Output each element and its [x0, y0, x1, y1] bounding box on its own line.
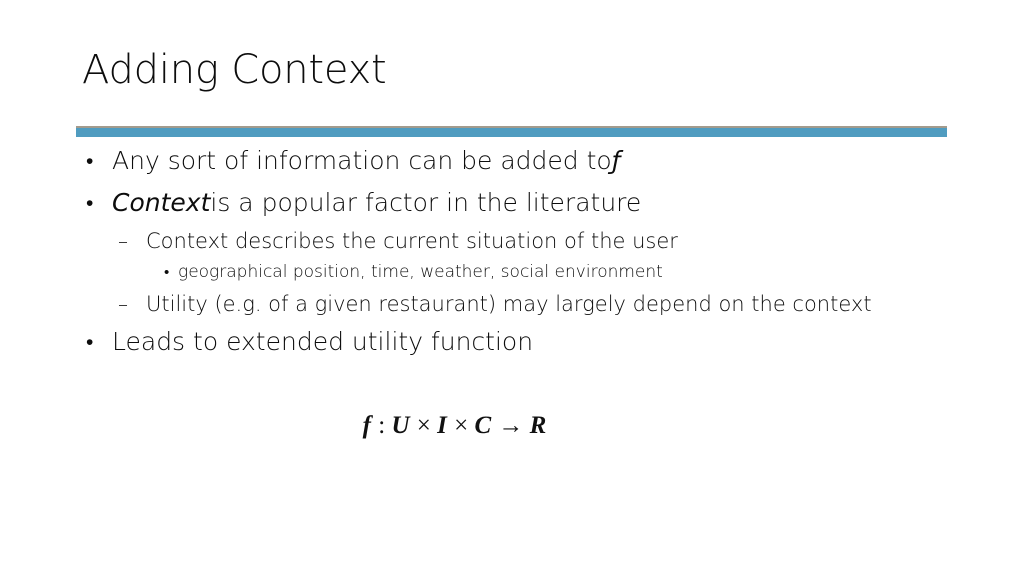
bullet-list: • Any sort of information can be added t… — [82, 140, 962, 363]
list-item-label: is a popular factor in the literature — [210, 188, 642, 217]
list-item: • Leads to extended utility function — [82, 321, 962, 363]
list-item-label: Any sort of information can be added to — [112, 146, 612, 175]
bullet-marker-icon: • — [86, 191, 94, 215]
formula-term-i: I — [437, 412, 448, 439]
formula-term-c: C — [474, 412, 493, 439]
list-item: • geographical position, time, weather, … — [82, 258, 962, 287]
list-item-label: Context describes the current situation … — [146, 229, 678, 253]
list-item: • Any sort of information can be added t… — [82, 140, 962, 182]
formula-times-operator: × — [410, 412, 438, 439]
list-item-label: geographical position, time, weather, so… — [178, 262, 663, 282]
slide-canvas: Adding Context • Any sort of information… — [0, 0, 1024, 576]
formula-times-operator: × — [447, 412, 475, 439]
bullet-marker-icon: • — [164, 263, 170, 281]
page-title: Adding Context — [82, 47, 387, 93]
list-item-label: Utility (e.g. of a given restaurant) may… — [146, 292, 872, 316]
list-item-emphasis: Context — [112, 188, 211, 217]
list-item-emphasis: ƒ — [611, 146, 621, 175]
formula-colon: : — [371, 412, 392, 439]
dash-marker-icon: – — [118, 292, 128, 316]
list-item: • Context is a popular factor in the lit… — [82, 182, 962, 224]
list-item: – Context describes the current situatio… — [82, 224, 962, 258]
bullet-marker-icon: • — [86, 330, 94, 354]
title-divider-bar — [76, 126, 947, 137]
formula-arrow-operator: → — [492, 412, 530, 439]
bullet-marker-icon: • — [86, 149, 94, 173]
list-item-label: Leads to extended utility function — [112, 327, 534, 356]
formula-term-r: R — [529, 412, 548, 439]
formula-function-symbol: f — [362, 412, 372, 439]
math-formula: f : U × I × C → R — [0, 409, 910, 443]
dash-marker-icon: – — [118, 229, 128, 253]
formula-term-u: U — [391, 412, 411, 439]
list-item: – Utility (e.g. of a given restaurant) m… — [82, 287, 962, 321]
